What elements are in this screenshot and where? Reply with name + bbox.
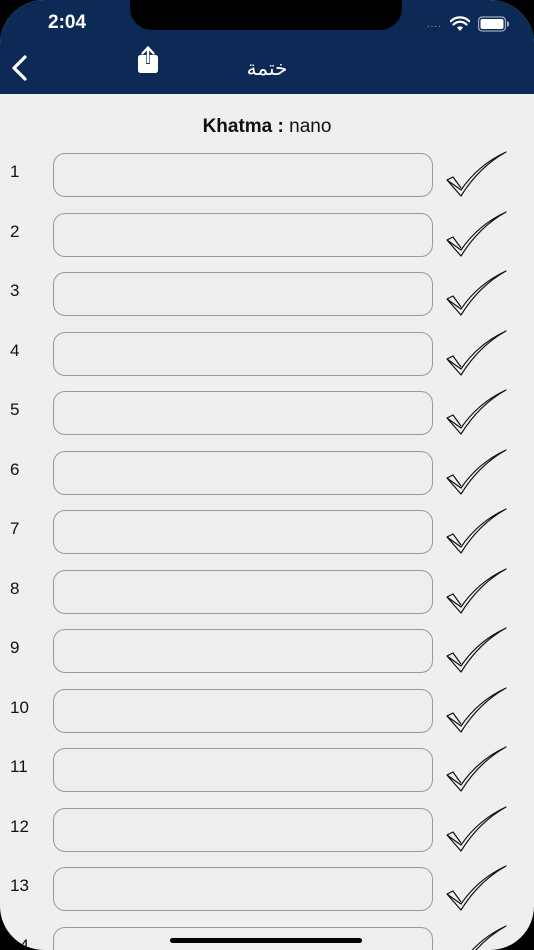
app-screen: 2:04 .... ختمة Khatma: nano 1 2 3 4 5 6… <box>0 0 534 950</box>
row-number: 13 <box>10 876 29 895</box>
checkmark-icon[interactable] <box>444 864 508 914</box>
row-number: 10 <box>10 697 29 717</box>
row-number: 4 <box>10 340 20 360</box>
reader-name-field[interactable] <box>53 748 433 792</box>
list-item: 11 <box>0 745 534 795</box>
row-number: 14 <box>10 935 29 950</box>
checkmark-icon[interactable] <box>444 626 508 676</box>
list-item: 9 <box>0 626 534 676</box>
row-number: 8 <box>10 578 20 598</box>
khatma-name-heading: Khatma : nano <box>0 116 534 138</box>
list-item: 10 <box>0 686 534 736</box>
list-item: 12 <box>0 805 534 855</box>
reader-name-field[interactable] <box>53 391 433 435</box>
status-time: 2:04 <box>48 12 87 33</box>
home-indicator <box>170 938 362 943</box>
reader-name-field[interactable] <box>53 688 433 733</box>
row-number: 11 <box>10 757 28 776</box>
checkmark-icon[interactable] <box>444 567 508 617</box>
reader-name-field[interactable] <box>53 153 433 197</box>
navigation-bar: 2:04 .... ختمة <box>0 0 534 94</box>
reader-name-field[interactable] <box>53 212 433 257</box>
reader-name-field[interactable] <box>53 807 433 852</box>
list-item: 3 <box>0 269 534 319</box>
list-item: 2 <box>0 210 534 260</box>
checkmark-icon[interactable] <box>444 686 508 736</box>
signal-icon: .... <box>426 18 442 30</box>
checkmark-icon[interactable] <box>444 329 508 379</box>
row-number: 12 <box>10 816 29 836</box>
row-number: 3 <box>10 281 20 300</box>
status-icons: .... <box>427 14 510 34</box>
checkmark-icon[interactable] <box>444 745 508 795</box>
row-number: 5 <box>10 400 20 419</box>
khatma-name: nano <box>289 116 332 137</box>
list-item: 13 <box>0 864 534 914</box>
checkmark-icon[interactable] <box>444 507 508 557</box>
reader-name-field[interactable] <box>53 331 433 376</box>
reader-name-field[interactable] <box>53 569 433 614</box>
row-number: 7 <box>10 519 20 538</box>
row-number: 2 <box>10 221 20 241</box>
page-title: ختمة <box>246 56 288 80</box>
wifi-icon <box>450 16 470 31</box>
reader-name-field[interactable] <box>53 629 433 673</box>
reader-name-field[interactable] <box>53 272 433 316</box>
list-item: 1 <box>0 150 534 200</box>
battery-icon <box>478 16 509 32</box>
row-number: 6 <box>10 459 20 479</box>
row-number: 1 <box>10 162 20 181</box>
checkmark-icon[interactable] <box>444 210 508 260</box>
list-item: 7 <box>0 507 534 557</box>
list-item: 6 <box>0 448 534 498</box>
checkmark-icon[interactable] <box>444 269 508 319</box>
checkmark-icon[interactable] <box>444 805 508 855</box>
reader-name-field[interactable] <box>53 450 433 495</box>
khatma-label: Khatma : <box>202 116 284 137</box>
device-notch <box>130 0 402 30</box>
list-item: 4 <box>0 329 534 379</box>
checkmark-icon[interactable] <box>444 448 508 498</box>
list-item: 8 <box>0 567 534 617</box>
checkmark-icon[interactable] <box>444 924 508 950</box>
checkmark-icon[interactable] <box>444 388 508 438</box>
row-number: 9 <box>10 638 20 657</box>
checkmark-icon[interactable] <box>444 150 508 200</box>
reader-name-field[interactable] <box>53 867 433 911</box>
list-item: 5 <box>0 388 534 438</box>
reader-name-field[interactable] <box>53 510 433 554</box>
